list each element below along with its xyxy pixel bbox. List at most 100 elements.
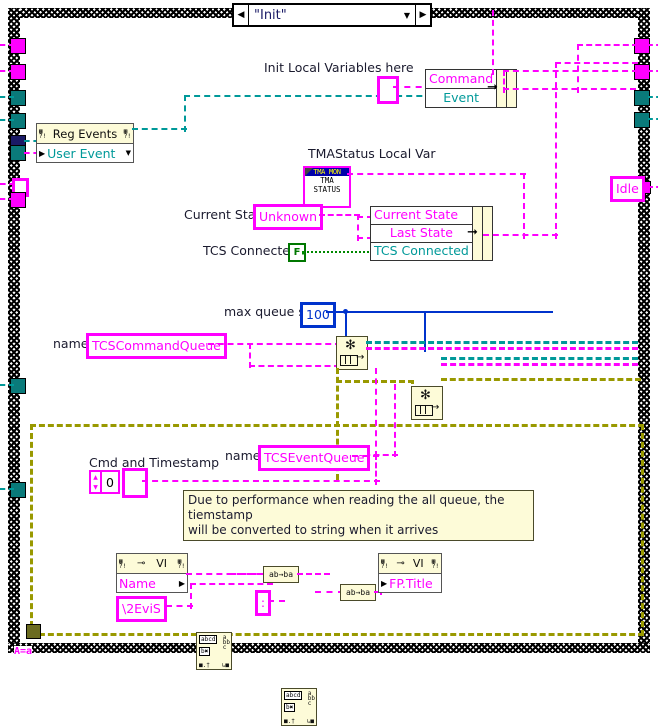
string-case-node-1[interactable]: ab→ba: [263, 566, 299, 583]
property-name-title-row: ▦?! ⊸ VI ▦?!: [117, 554, 187, 573]
wire-idle-out: [642, 186, 653, 188]
case-selector-prev-icon[interactable]: ◀: [234, 5, 249, 25]
reg-events-node[interactable]: ▦?! Reg Events ▦?! ▶ User Event ▼: [36, 123, 134, 163]
wire-bundle-ce-to-tunnel2: [503, 70, 638, 72]
empty-constant-command[interactable]: [377, 76, 399, 104]
tcs-command-queue-name-constant[interactable]: TCSCommandQueue: [86, 333, 227, 359]
tunnel-left-1[interactable]: [10, 38, 26, 54]
timestamp-numeric-constant[interactable]: ▲ ▼ 0: [89, 470, 120, 494]
search-replace-string-node-1[interactable]: abcd b✖ a bb c ■.† ↳■: [196, 632, 232, 670]
idle-string-constant[interactable]: Idle: [610, 176, 645, 202]
wire-error-h2: [441, 378, 641, 381]
vi-ref-icon: ⊸: [137, 558, 146, 569]
tunnel-left-7[interactable]: [10, 192, 26, 208]
obtain-queue-node-1[interactable]: ✻ →: [336, 336, 368, 370]
tunnel-right-3[interactable]: [634, 90, 650, 106]
spinner-up-icon[interactable]: ▲: [91, 472, 100, 482]
wire-bundle-state-to-tunnel: [555, 62, 638, 64]
wire-queuesize-h: [326, 311, 553, 313]
unknown-string-constant[interactable]: Unknown: [253, 204, 324, 230]
wire-bundle-ce-to-tunnel1: [577, 44, 638, 46]
tunnel-left-9[interactable]: [10, 482, 26, 498]
bundle-row-tcs-connected: TCS Connected: [374, 243, 469, 259]
search-replace-string-node-2[interactable]: abcd b✖ a bb c ■.† ↳■: [281, 688, 317, 726]
search-replace-bottom-1: ■.†: [199, 662, 210, 669]
wire-regevents-out-h: [132, 128, 187, 130]
wire-viext-out: [166, 605, 193, 607]
property-node-fp-title[interactable]: ▦?! ⊸ VI ▦?! ▶ FP.Title: [378, 553, 442, 593]
tunnel-inner-bottom-left[interactable]: [26, 624, 41, 639]
reg-events-title-row: ▦?! Reg Events ▦?!: [37, 124, 133, 143]
obtain-queue-star-icon-2: ✻: [420, 388, 431, 403]
spinner-down-icon[interactable]: ▼: [91, 482, 100, 492]
tunnel-left-2[interactable]: [10, 64, 26, 80]
local-var-line2: TMA: [320, 176, 334, 185]
bundle-command-event-rows: Command Event: [426, 70, 497, 107]
obtain-queue-buffer-div-2b: [425, 405, 426, 414]
wire-localvar-down: [523, 173, 525, 239]
numeric-spinner[interactable]: ▲ ▼: [91, 472, 102, 492]
case-selector-next-icon[interactable]: ▶: [415, 5, 430, 25]
wire-obtainq1-out-pink: [366, 347, 638, 350]
max-queue-size-constant[interactable]: 100: [300, 302, 336, 328]
comment-line-1: Due to performance when reading the all …: [188, 493, 505, 522]
property-name-row[interactable]: Name ▶: [117, 573, 187, 592]
chevron-down-icon[interactable]: ▼: [399, 5, 415, 25]
abcd-glyph-1: abcd: [199, 635, 218, 644]
wire-colon-out: [268, 600, 285, 602]
colon-string-constant[interactable]: :: [255, 590, 271, 616]
bundle-row-last-state: Last State: [371, 225, 472, 243]
wire-timestamp-v: [375, 454, 377, 485]
fp-title-input-arrow-icon: ▶: [381, 578, 388, 588]
reg-events-user-event-row[interactable]: ▶ User Event ▼: [37, 143, 133, 162]
abcd-glyph-2: abcd: [284, 691, 303, 700]
wire-left-stub-2: [0, 70, 14, 72]
obtain-queue-out-arrow-2: →: [431, 402, 440, 413]
bundle-state-arrow-icon: ➞: [467, 225, 478, 240]
timestamp-value: 0: [106, 474, 114, 490]
case-selector-value: "Init": [254, 7, 287, 23]
wire-bundle-state-up: [555, 62, 557, 239]
wire-command-top-v: [492, 10, 494, 75]
tcs-event-queue-name-constant[interactable]: TCSEventQueue: [258, 445, 371, 471]
terminal-icon-left: ▦?!: [39, 127, 47, 140]
wire-unknown-out: [319, 214, 360, 216]
empty-constant-timestamp[interactable]: [122, 468, 148, 498]
wire-obtainq2-out-pink: [441, 363, 638, 366]
wire-ce-v2: [503, 70, 505, 93]
chevron-down-icon[interactable]: ▼: [126, 149, 131, 157]
tunnel-left-8[interactable]: [10, 378, 26, 394]
replace-glyph-1: b✖: [199, 647, 211, 656]
bundle-state-rows: Current State Last State TCS Connected: [371, 207, 472, 260]
wire-timestamp-out: [142, 480, 380, 482]
wire-localvar-out: [347, 173, 526, 175]
tunnel-right-2[interactable]: [634, 64, 650, 80]
case-selector[interactable]: ◀ "Init" ▼ ▶: [232, 3, 432, 27]
wire-left-stub-1: [0, 44, 14, 46]
wire-left-stub-3: [0, 96, 14, 98]
search-replace-bottom-2: ■.†: [284, 718, 295, 725]
wire-left-stub-7: [0, 384, 14, 386]
wire-sr1-out: [230, 573, 267, 575]
tunnel-left-3[interactable]: [10, 90, 26, 106]
wire-bundle-state-out: [483, 234, 558, 236]
wire-left-stub-4: [0, 119, 14, 121]
name-command-queue-label: name: [53, 336, 89, 351]
obtain-queue-star-icon-1: ✻: [345, 338, 356, 353]
wire-regevents-out-v: [184, 95, 186, 132]
wire-left-stub-5: [0, 183, 15, 185]
obtain-queue-node-2[interactable]: ✻ →: [411, 386, 443, 420]
obtain-queue-buffer-div-2: [420, 405, 421, 414]
tunnel-right-1[interactable]: [634, 38, 650, 54]
vi-extension-constant[interactable]: \2EviS: [116, 596, 167, 622]
fp-title-row[interactable]: ▶ FP.Title: [379, 573, 441, 592]
string-case-node-2[interactable]: ab→ba: [340, 584, 376, 601]
search-replace-bottom-arrow-2: ↳■: [306, 718, 314, 725]
tunnel-left-4[interactable]: [10, 113, 26, 129]
property-node-vi-name[interactable]: ▦?! ⊸ VI ▦?! Name ▶: [116, 553, 188, 593]
comment-line-2: will be converted to string when it arri…: [188, 523, 439, 537]
property-name-label: Name: [119, 575, 156, 591]
tma-status-local-variable[interactable]: TMA MON TMA STATUS: [303, 166, 351, 208]
wire-left-stub-6: [0, 198, 14, 200]
tunnel-right-4[interactable]: [634, 112, 650, 128]
